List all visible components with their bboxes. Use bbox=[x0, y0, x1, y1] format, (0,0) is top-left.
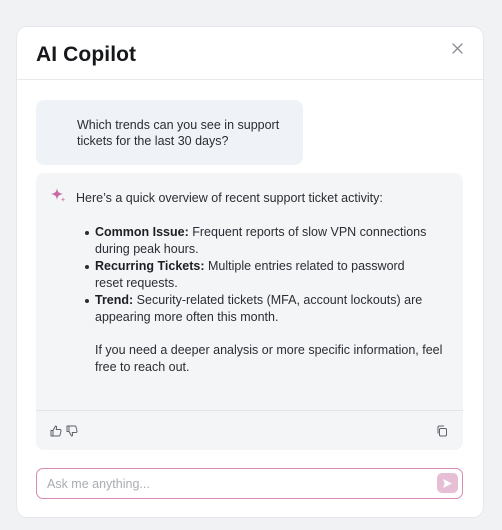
assistant-outro: If you need a deeper analysis or more sp… bbox=[95, 343, 443, 374]
message-actions bbox=[36, 410, 463, 450]
assistant-message: Here’s a quick overview of recent suppor… bbox=[36, 173, 463, 450]
user-message: Which trends can you see in support tick… bbox=[36, 100, 303, 165]
chat-composer bbox=[36, 468, 463, 499]
user-message-text: Which trends can you see in support tick… bbox=[77, 118, 280, 148]
send-icon bbox=[443, 478, 452, 488]
panel-title: AI Copilot bbox=[36, 43, 137, 66]
send-button[interactable] bbox=[437, 473, 458, 493]
list-item: Common Issue: Frequent reports of slow V… bbox=[85, 224, 435, 258]
copilot-panel: AI Copilot Which trends can you see in s… bbox=[17, 27, 483, 517]
list-item: Recurring Tickets: Multiple entries rela… bbox=[85, 258, 435, 292]
bullet-label: Common Issue: bbox=[95, 225, 189, 239]
copy-icon[interactable] bbox=[436, 425, 448, 437]
panel-header: AI Copilot bbox=[17, 27, 483, 80]
assistant-intro: Here’s a quick overview of recent suppor… bbox=[76, 191, 383, 205]
bullet-label: Recurring Tickets: bbox=[95, 259, 205, 273]
thumbs-down-icon[interactable] bbox=[66, 425, 78, 437]
list-item: Trend: Security-related tickets (MFA, ac… bbox=[85, 292, 435, 326]
close-icon bbox=[451, 42, 463, 54]
assistant-bullet-list: Common Issue: Frequent reports of slow V… bbox=[85, 224, 435, 326]
bullet-label: Trend: bbox=[95, 293, 134, 307]
close-button[interactable] bbox=[449, 40, 465, 56]
thumbs-up-icon[interactable] bbox=[50, 425, 62, 437]
sparkle-icon bbox=[51, 188, 66, 202]
chat-input[interactable] bbox=[47, 473, 417, 494]
bullet-text: Security-related tickets (MFA, account l… bbox=[95, 293, 423, 324]
